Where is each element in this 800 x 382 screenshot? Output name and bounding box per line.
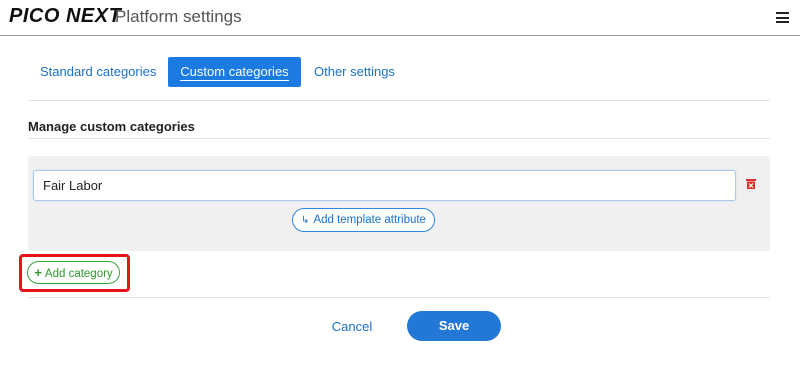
divider [28, 297, 770, 298]
tab-label: Other settings [314, 64, 395, 79]
trash-icon[interactable] [745, 177, 757, 189]
page-title: Platform settings [115, 7, 242, 26]
add-template-attribute-button[interactable]: ↳ Add template attribute [292, 208, 435, 232]
add-category-button[interactable]: + Add category [27, 261, 120, 284]
app-header: PICO NEXT Platform settings [0, 0, 800, 36]
logo: PICO NEXT [9, 5, 122, 27]
section-title: Manage custom categories [28, 119, 195, 134]
plus-icon: + [34, 265, 42, 280]
save-button[interactable]: Save [407, 311, 501, 341]
divider [28, 138, 770, 139]
tab-label: Custom categories [180, 64, 289, 81]
add-category-label: Add category [44, 268, 113, 280]
add-template-attribute-label: Add template attribute [313, 214, 426, 226]
cancel-button[interactable]: Cancel [324, 315, 380, 339]
hamburger-menu-icon[interactable] [776, 12, 789, 23]
return-arrow-icon: ↳ [301, 215, 310, 226]
tab-standard-categories[interactable]: Standard categories [28, 57, 168, 87]
tab-custom-categories[interactable]: Custom categories [168, 57, 301, 87]
divider [28, 100, 770, 101]
tab-other-settings[interactable]: Other settings [302, 57, 407, 87]
category-panel: ↳Add template attribute [28, 156, 770, 251]
category-name-input[interactable] [33, 170, 736, 201]
tab-label: Standard categories [40, 64, 157, 79]
